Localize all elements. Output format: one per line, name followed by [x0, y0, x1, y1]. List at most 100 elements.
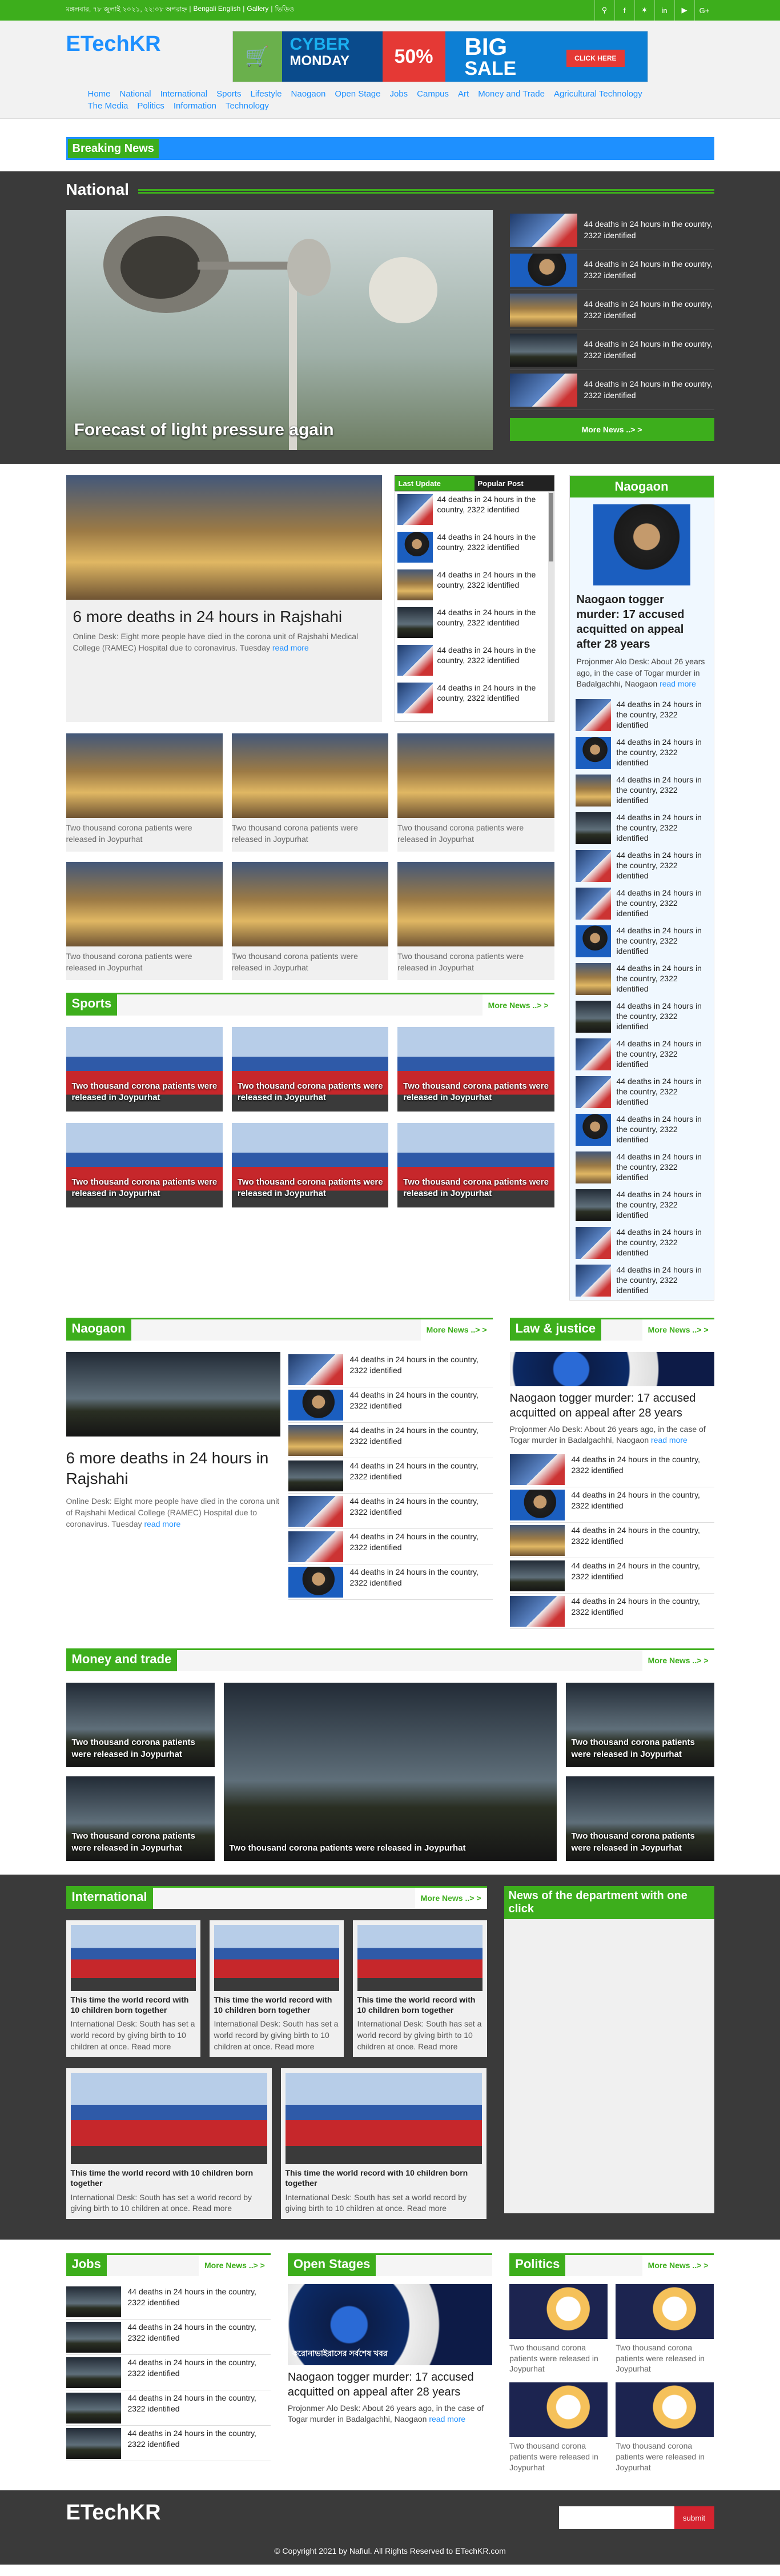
tab-list-item[interactable]: 44 deaths in 24 hours in the country, 23…: [395, 680, 554, 718]
nav-link[interactable]: Naogaon: [291, 89, 326, 99]
naogaon-lead-headline[interactable]: Naogaon togger murder: 17 accused acquit…: [577, 592, 707, 652]
nav-link[interactable]: Campus: [417, 89, 449, 99]
politics-card[interactable]: Two thousand corona patients were releas…: [616, 2382, 714, 2473]
naogaon-list-item[interactable]: 44 deaths in 24 hours in the country, 23…: [570, 923, 714, 961]
nav-link[interactable]: Information: [174, 101, 216, 111]
naogaon-list-item[interactable]: 44 deaths in 24 hours in the country, 23…: [570, 697, 714, 735]
international-card[interactable]: This time the world record with 10 child…: [209, 1920, 344, 2057]
news-card-title[interactable]: Two thousand corona patients were releas…: [397, 822, 554, 845]
sports-card-title[interactable]: Two thousand corona patients were releas…: [403, 1177, 554, 1200]
naogaon-list-item-title[interactable]: 44 deaths in 24 hours in the country, 23…: [617, 1265, 708, 1298]
law-lead-story[interactable]: Naogaon togger murder: 17 accused acquit…: [509, 1351, 714, 1446]
nav-link[interactable]: Technology: [226, 101, 269, 111]
naogaon-list-item-title[interactable]: 44 deaths in 24 hours in the country, 23…: [617, 775, 708, 808]
naogaon-sec-item-title[interactable]: 44 deaths in 24 hours in the country, 23…: [350, 1531, 493, 1562]
open-stage-lead[interactable]: করোনাভাইরাসের সর্বশেষ খবর Naogaon togger…: [287, 2284, 493, 2425]
law-list-item-title[interactable]: 44 deaths in 24 hours in the country, 23…: [572, 1525, 714, 1555]
naogaon-list-item[interactable]: 44 deaths in 24 hours in the country, 23…: [570, 1149, 714, 1187]
news-card[interactable]: Two thousand corona patients were releas…: [66, 862, 223, 981]
hero-caption[interactable]: Forecast of light pressure again: [74, 420, 334, 440]
naogaon-list-item-title[interactable]: 44 deaths in 24 hours in the country, 23…: [617, 1038, 708, 1072]
news-card[interactable]: Two thousand corona patients were releas…: [397, 862, 554, 981]
international-more-link[interactable]: More News ..> >: [415, 1885, 487, 1909]
naogaon-list-item-title[interactable]: 44 deaths in 24 hours in the country, 23…: [617, 812, 708, 845]
jobs-list-item[interactable]: 44 deaths in 24 hours in the country, 23…: [66, 2284, 271, 2320]
naogaon-sec-item-title[interactable]: 44 deaths in 24 hours in the country, 23…: [350, 1496, 493, 1526]
nav-link[interactable]: National: [120, 89, 151, 99]
national-side-item[interactable]: 44 deaths in 24 hours in the country, 23…: [509, 250, 714, 290]
money-card[interactable]: Two thousand corona patients were releas…: [66, 1776, 215, 1861]
ad-click-button[interactable]: CLICK HERE: [566, 50, 625, 67]
politics-card[interactable]: Two thousand corona patients were releas…: [616, 2284, 714, 2375]
naogaon-list-item[interactable]: 44 deaths in 24 hours in the country, 23…: [570, 1225, 714, 1262]
money-card[interactable]: Two thousand corona patients were releas…: [565, 1682, 714, 1767]
news-card-title[interactable]: Two thousand corona patients were releas…: [66, 822, 223, 845]
search-icon[interactable]: ⚲: [594, 0, 614, 21]
scrollbar[interactable]: [548, 492, 554, 721]
naogaon-list-item[interactable]: 44 deaths in 24 hours in the country, 23…: [570, 1112, 714, 1149]
tab-list-item[interactable]: 44 deaths in 24 hours in the country, 23…: [395, 567, 554, 605]
naogaon-sec-item[interactable]: 44 deaths in 24 hours in the country, 23…: [288, 1352, 493, 1387]
national-side-item-title[interactable]: 44 deaths in 24 hours in the country, 23…: [584, 219, 714, 241]
international-card[interactable]: This time the world record with 10 child…: [66, 2068, 272, 2219]
naogaon-sec-item[interactable]: 44 deaths in 24 hours in the country, 23…: [288, 1529, 493, 1564]
nav-link[interactable]: Jobs: [389, 89, 408, 99]
subscribe-email-input[interactable]: [558, 2506, 674, 2530]
politics-more-link[interactable]: More News ..> >: [642, 2253, 714, 2276]
law-list-item-title[interactable]: 44 deaths in 24 hours in the country, 23…: [572, 1490, 714, 1520]
tab-last-update[interactable]: Last Update: [395, 476, 475, 491]
law-list-item[interactable]: 44 deaths in 24 hours in the country, 23…: [509, 1487, 714, 1523]
naogaon-lead-image[interactable]: [593, 504, 690, 585]
nav-link[interactable]: Politics: [137, 101, 164, 111]
naogaon-list-item-title[interactable]: 44 deaths in 24 hours in the country, 23…: [617, 1114, 708, 1147]
nav-link[interactable]: Lifestyle: [250, 89, 282, 99]
news-card-title[interactable]: Two thousand corona patients were releas…: [232, 951, 388, 973]
news-card-title[interactable]: Two thousand corona patients were releas…: [397, 951, 554, 973]
national-side-item[interactable]: 44 deaths in 24 hours in the country, 23…: [509, 330, 714, 370]
video-link[interactable]: ভিডিও: [275, 5, 294, 16]
national-side-item-title[interactable]: 44 deaths in 24 hours in the country, 23…: [584, 379, 714, 401]
tab-list-item[interactable]: 44 deaths in 24 hours in the country, 23…: [395, 492, 554, 529]
facebook-icon[interactable]: f: [614, 0, 634, 21]
naogaon-list-item[interactable]: 44 deaths in 24 hours in the country, 23…: [570, 998, 714, 1036]
naogaon-more-link[interactable]: More News ..> >: [420, 1317, 493, 1341]
politics-card[interactable]: Two thousand corona patients were releas…: [509, 2284, 608, 2375]
naogaon-list-item-title[interactable]: 44 deaths in 24 hours in the country, 23…: [617, 1001, 708, 1034]
sports-card[interactable]: Two thousand corona patients were releas…: [66, 1123, 223, 1208]
tab-list-item-title[interactable]: 44 deaths in 24 hours in the country, 23…: [437, 683, 552, 703]
news-card-title[interactable]: Two thousand corona patients were releas…: [66, 951, 223, 973]
naogaon-list-item-title[interactable]: 44 deaths in 24 hours in the country, 23…: [617, 1076, 708, 1109]
national-side-item[interactable]: 44 deaths in 24 hours in the country, 23…: [509, 290, 714, 330]
sports-more-link[interactable]: More News ..> >: [482, 993, 554, 1016]
jobs-list-item-title[interactable]: 44 deaths in 24 hours in the country, 23…: [128, 2322, 271, 2352]
news-card[interactable]: Two thousand corona patients were releas…: [397, 733, 554, 852]
law-list-item-title[interactable]: 44 deaths in 24 hours in the country, 23…: [572, 1596, 714, 1626]
google-plus-icon[interactable]: G+: [694, 0, 714, 21]
sports-card[interactable]: Two thousand corona patients were releas…: [231, 1123, 389, 1208]
naogaon-list-item[interactable]: 44 deaths in 24 hours in the country, 23…: [570, 1187, 714, 1225]
nav-link[interactable]: Agricultural Technology: [554, 89, 642, 99]
read-more-link[interactable]: read more: [272, 643, 309, 652]
politics-card[interactable]: Two thousand corona patients were releas…: [509, 2382, 608, 2473]
sports-card[interactable]: Two thousand corona patients were releas…: [66, 1027, 223, 1112]
naogaon-list-item[interactable]: 44 deaths in 24 hours in the country, 23…: [570, 885, 714, 923]
twitter-icon[interactable]: ✶: [634, 0, 654, 21]
news-card[interactable]: Two thousand corona patients were releas…: [231, 733, 389, 852]
gallery-link[interactable]: Gallery: [247, 5, 268, 16]
naogaon-list-item[interactable]: 44 deaths in 24 hours in the country, 23…: [570, 1074, 714, 1112]
international-card-title[interactable]: This time the world record with 10 child…: [286, 2168, 482, 2188]
national-more-button[interactable]: More News ..> >: [509, 418, 714, 441]
youtube-icon[interactable]: ▶: [674, 0, 694, 21]
money-card-large[interactable]: Two thousand corona patients were releas…: [223, 1682, 557, 1861]
lead-story-headline[interactable]: 6 more deaths in 24 hours in Rajshahi: [73, 608, 375, 626]
law-list-item[interactable]: 44 deaths in 24 hours in the country, 23…: [509, 1558, 714, 1594]
naogaon-list-item-title[interactable]: 44 deaths in 24 hours in the country, 23…: [617, 699, 708, 732]
law-more-link[interactable]: More News ..> >: [642, 1317, 714, 1341]
sports-card-title[interactable]: Two thousand corona patients were releas…: [72, 1177, 223, 1200]
lead-story[interactable]: 6 more deaths in 24 hours in Rajshahi On…: [66, 475, 382, 722]
naogaon-list-item-title[interactable]: 44 deaths in 24 hours in the country, 23…: [617, 737, 708, 770]
lang-link[interactable]: Bengali English: [194, 5, 241, 16]
jobs-list-item-title[interactable]: 44 deaths in 24 hours in the country, 23…: [128, 2393, 271, 2423]
naogaon-list-item-title[interactable]: 44 deaths in 24 hours in the country, 23…: [617, 925, 708, 958]
nav-link[interactable]: International: [160, 89, 208, 99]
